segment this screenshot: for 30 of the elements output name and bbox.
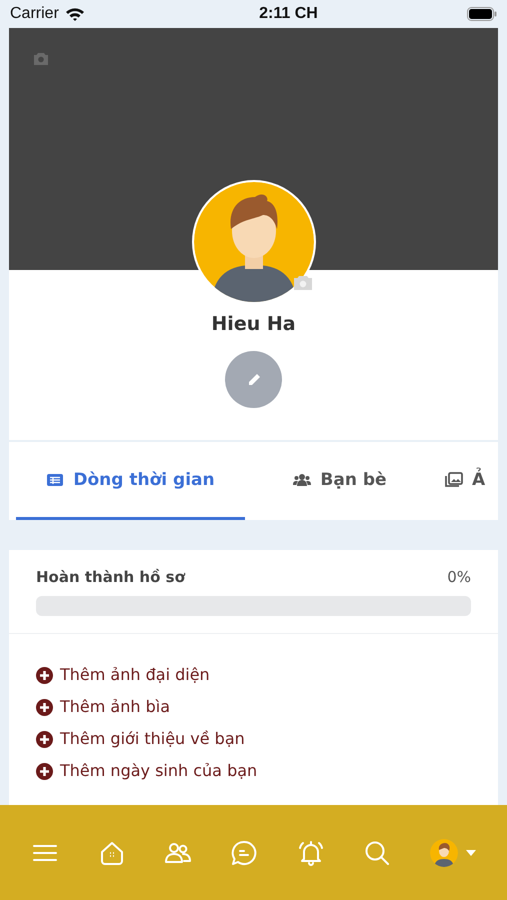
profile-name: Hieu Ha	[211, 313, 296, 335]
plus-circle-icon[interactable]	[36, 666, 53, 684]
caret-icon	[466, 850, 476, 856]
tab[interactable]: Dòng thời gian	[16, 442, 245, 520]
people-icon	[293, 472, 312, 488]
bell-icon[interactable]	[296, 838, 325, 866]
account-menu-button[interactable]	[430, 838, 476, 866]
plus-circle-icon[interactable]	[36, 762, 53, 780]
camera-icon[interactable]	[33, 52, 49, 65]
percent-label: 0%	[447, 568, 471, 586]
avatar-image[interactable]	[190, 179, 316, 305]
add-profile-link[interactable]: Thêm ngày sinh của bạn	[60, 760, 258, 782]
avatar-image	[430, 838, 458, 866]
add-profile-link[interactable]: Thêm ảnh bìa	[60, 696, 170, 718]
add-profile-link[interactable]: Thêm giới thiệu về bạn	[60, 728, 245, 750]
tab[interactable]: Bạn bè	[245, 442, 435, 520]
carrier-name: Carrier	[10, 5, 59, 23]
plus-circle-icon[interactable]	[36, 730, 53, 748]
status-time: 2:11 CH	[259, 5, 318, 23]
plus-circle-icon[interactable]	[36, 698, 53, 716]
add-profile-link[interactable]: Thêm ảnh đại diện	[60, 664, 210, 686]
battery-icon	[466, 7, 497, 21]
camera-icon[interactable]	[292, 273, 312, 291]
section-title: Hoàn thành hồ sơ	[36, 568, 185, 586]
chat-bubble-icon[interactable]	[230, 838, 258, 866]
search-icon[interactable]	[363, 838, 392, 866]
photos-icon	[445, 472, 463, 488]
wifi-icon	[64, 7, 85, 21]
timeline-icon	[46, 472, 64, 488]
tab[interactable]: Ả	[435, 442, 486, 520]
